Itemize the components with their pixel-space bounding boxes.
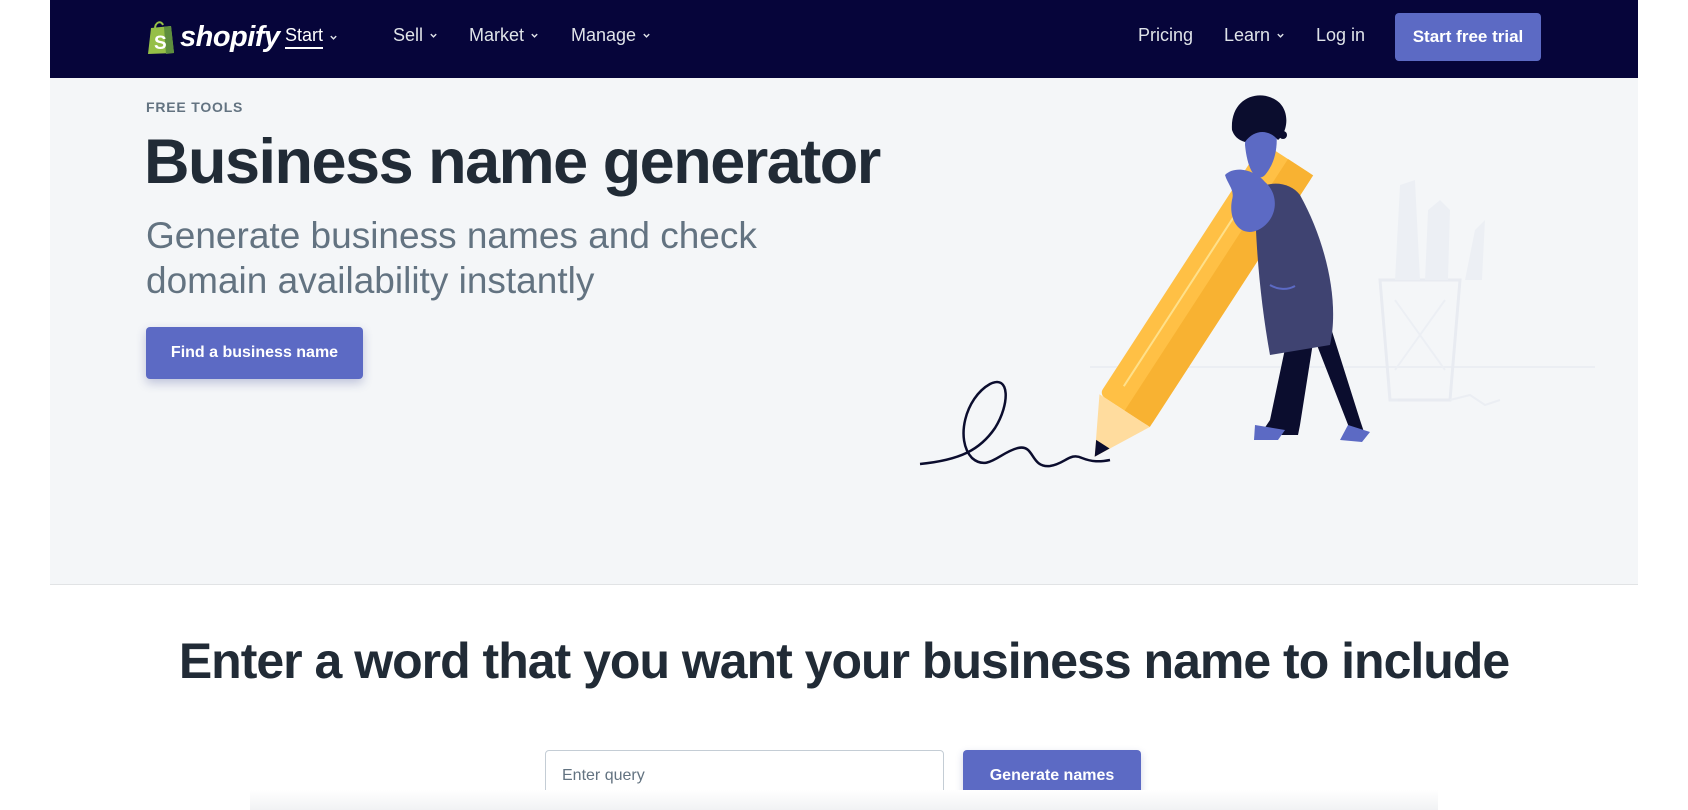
nav-item-market[interactable]: Market bbox=[469, 25, 539, 46]
nav-item-sell[interactable]: Sell bbox=[393, 25, 438, 46]
shopping-bag-icon: S bbox=[146, 19, 176, 55]
chevron-down-icon bbox=[1277, 33, 1284, 38]
chevron-down-icon bbox=[643, 33, 650, 38]
nav-label: Market bbox=[469, 25, 525, 45]
nav-label: Pricing bbox=[1138, 25, 1194, 45]
find-business-name-button[interactable]: Find a business name bbox=[146, 327, 363, 379]
hero-subtitle: Generate business names and check domain… bbox=[146, 215, 757, 301]
nav-label: Start bbox=[285, 25, 324, 49]
chevron-down-icon bbox=[430, 33, 437, 38]
nav-item-manage[interactable]: Manage bbox=[571, 25, 651, 46]
start-free-trial-button[interactable]: Start free trial bbox=[1395, 13, 1541, 61]
signature-scribble-icon bbox=[919, 380, 1111, 468]
section-heading: Enter a word that you want your business… bbox=[178, 633, 1510, 689]
nav-label: Sell bbox=[393, 25, 424, 45]
chevron-down-icon bbox=[330, 35, 337, 40]
chevron-down-icon bbox=[531, 33, 538, 38]
bottom-shadow-divider bbox=[250, 790, 1438, 810]
page-frame: S shopify Start Sell Market Manage Prici… bbox=[50, 0, 1638, 585]
nav-item-learn[interactable]: Learn bbox=[1224, 25, 1285, 46]
nav-label: Learn bbox=[1224, 25, 1271, 45]
svg-text:S: S bbox=[154, 33, 167, 54]
nav-label: Log in bbox=[1316, 25, 1366, 45]
nav-label: Manage bbox=[571, 25, 637, 45]
nav-item-log-in[interactable]: Log in bbox=[1316, 25, 1365, 46]
top-navigation: S shopify Start Sell Market Manage Prici… bbox=[50, 0, 1638, 78]
nav-item-start[interactable]: Start bbox=[285, 25, 338, 49]
person-with-pencil-illustration bbox=[919, 95, 1595, 468]
nav-item-pricing[interactable]: Pricing bbox=[1138, 25, 1193, 46]
eyebrow-label: FREE TOOLS bbox=[146, 99, 244, 115]
shopify-logo[interactable]: S shopify bbox=[146, 17, 280, 57]
page-title: Business name generator bbox=[144, 127, 881, 197]
brand-name: shopify bbox=[180, 20, 280, 53]
